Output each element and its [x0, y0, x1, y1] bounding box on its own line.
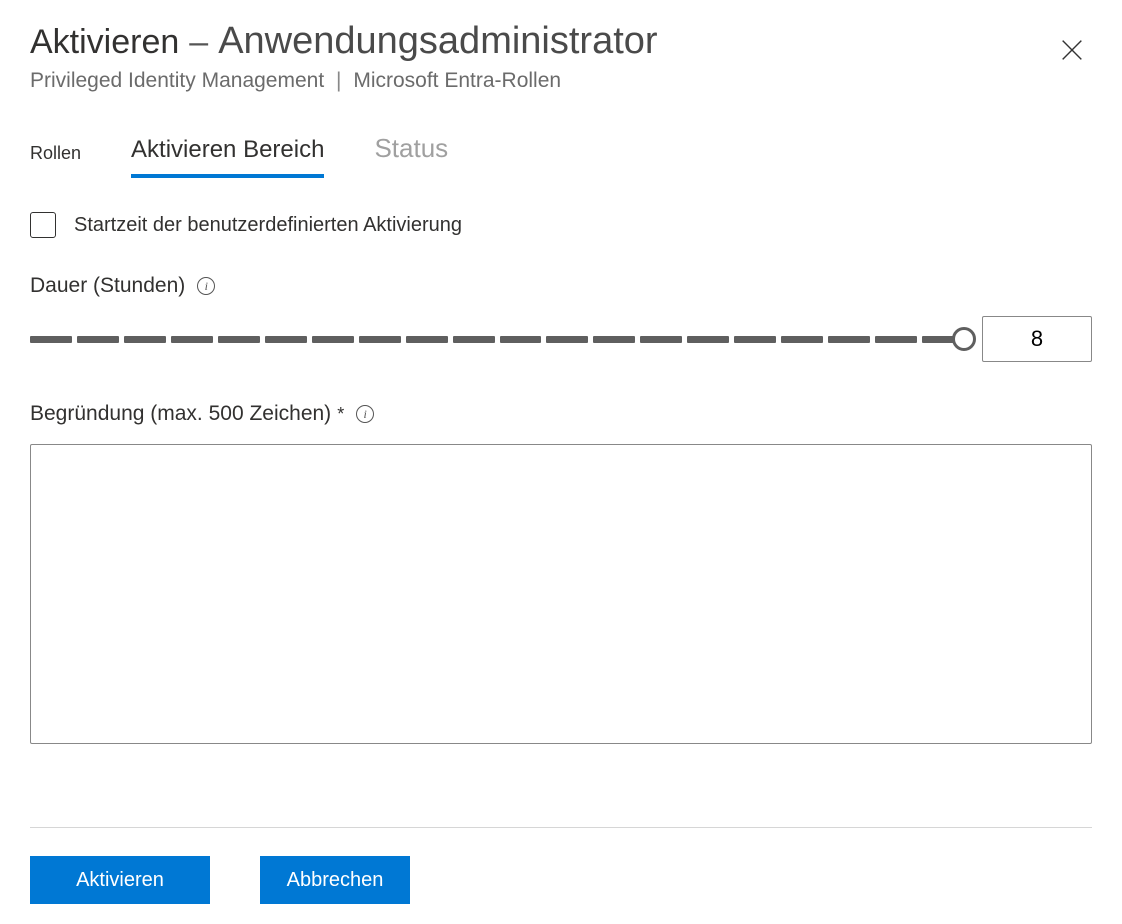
custom-start-time-label: Startzeit der benutzerdefinierten Aktivi… — [74, 214, 462, 237]
cancel-button[interactable]: Abbrechen — [260, 856, 410, 904]
info-icon[interactable]: i — [356, 405, 374, 423]
required-mark: * — [337, 404, 344, 425]
activate-button[interactable]: Aktivieren — [30, 856, 210, 904]
breadcrumb-separator: | — [330, 69, 347, 92]
breadcrumb-section: Microsoft Entra-Rollen — [353, 69, 561, 92]
duration-input[interactable] — [982, 316, 1092, 362]
info-icon[interactable]: i — [197, 277, 215, 295]
tab-status: Status — [374, 133, 448, 178]
duration-label: Dauer (Stunden) — [30, 274, 185, 298]
panel-title: Aktivieren – Anwendungsadministrator — [30, 20, 658, 63]
tabs: Rollen Aktivieren Bereich Status — [30, 133, 1092, 178]
reason-textarea[interactable] — [30, 444, 1092, 744]
slider-thumb[interactable] — [952, 327, 976, 351]
title-prefix: Aktivieren — [30, 23, 179, 62]
close-icon — [1058, 36, 1086, 64]
close-button[interactable] — [1052, 30, 1092, 73]
breadcrumb-service: Privileged Identity Management — [30, 69, 324, 92]
title-dash: – — [189, 23, 208, 62]
footer: Aktivieren Abbrechen — [30, 827, 1092, 924]
reason-label: Begründung (max. 500 Zeichen) — [30, 402, 331, 426]
tab-roles[interactable]: Rollen — [30, 143, 81, 178]
duration-slider[interactable] — [30, 335, 964, 343]
title-role: Anwendungsadministrator — [218, 20, 657, 63]
breadcrumb: Privileged Identity Management | Microso… — [30, 69, 658, 93]
custom-start-time-checkbox[interactable] — [30, 212, 56, 238]
tab-activate-scope[interactable]: Aktivieren Bereich — [131, 136, 324, 178]
